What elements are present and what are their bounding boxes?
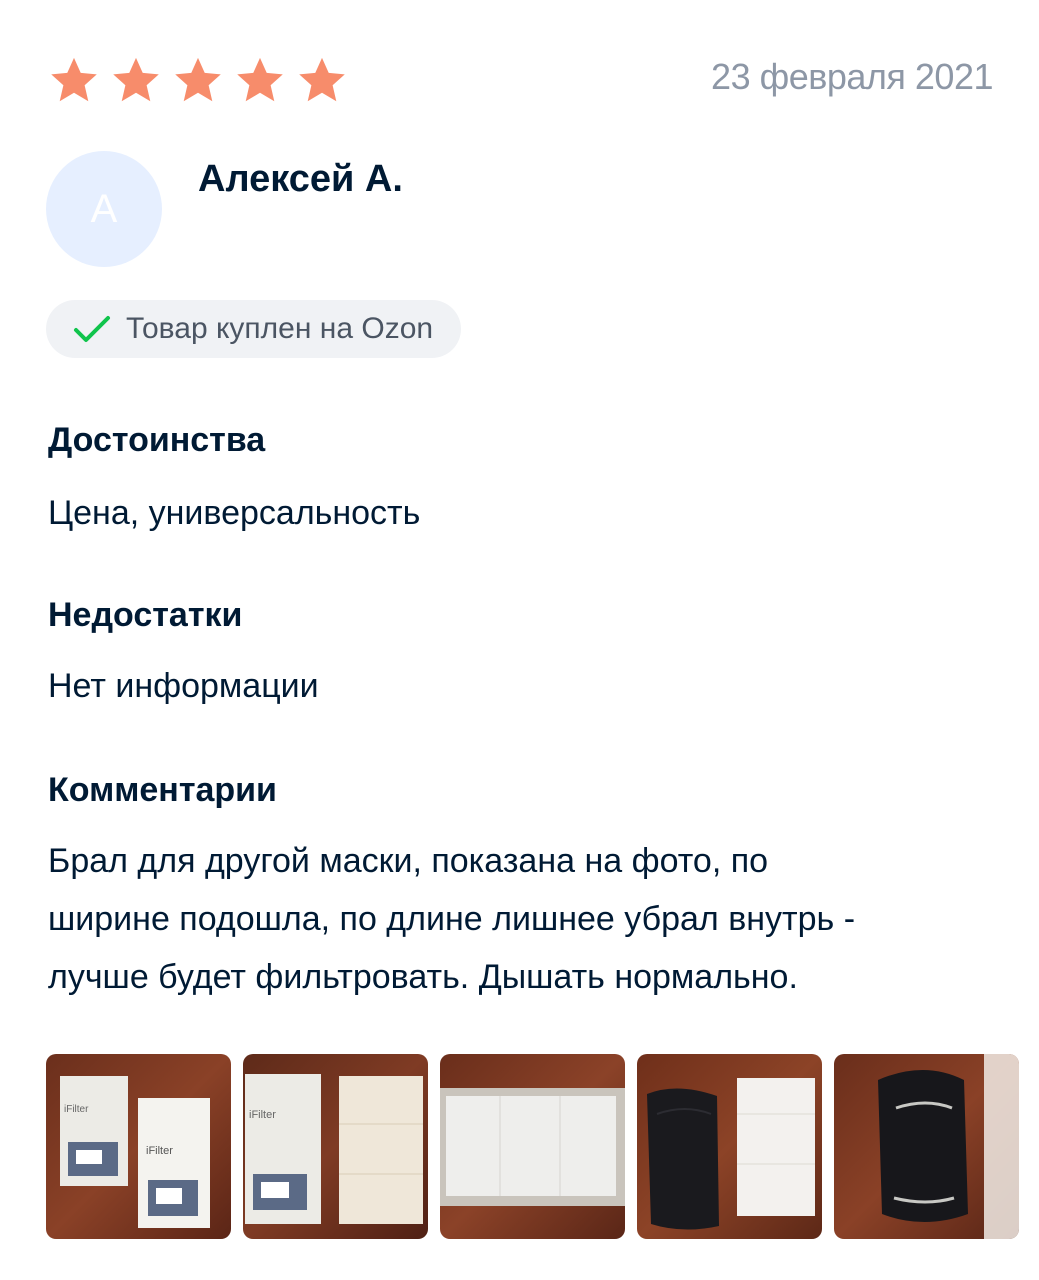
- review-photos: iFilter iFilter iFilter: [46, 1054, 1019, 1239]
- rating-stars: [48, 54, 348, 106]
- review-photo[interactable]: iFilter iFilter: [46, 1054, 231, 1239]
- avatar-initial: А: [90, 186, 118, 231]
- verified-purchase-label: Товар куплен на Ozon: [126, 312, 434, 345]
- comment-title: Комментарии: [48, 771, 277, 809]
- comment-text: Брал для другой маски, показана на фото,…: [48, 832, 998, 1006]
- package-label: iFilter: [249, 1109, 276, 1121]
- star-icon: [234, 54, 286, 106]
- review-photo[interactable]: [834, 1054, 1019, 1239]
- check-icon: [72, 313, 112, 345]
- star-icon: [110, 54, 162, 106]
- verified-purchase-badge: Товар куплен на Ozon: [46, 300, 462, 358]
- package-label: iFilter: [146, 1145, 173, 1157]
- comment-line: лучше будет фильтровать. Дышать нормальн…: [48, 958, 798, 996]
- avatar[interactable]: А: [46, 151, 162, 267]
- star-icon: [172, 54, 224, 106]
- review-photo[interactable]: [637, 1054, 822, 1239]
- cons-title: Недостатки: [48, 596, 243, 634]
- review-photo[interactable]: iFilter: [243, 1054, 428, 1239]
- package-label: iFilter: [64, 1104, 89, 1115]
- comment-line: Брал для другой маски, показана на фото,…: [48, 842, 769, 880]
- pros-title: Достоинства: [48, 421, 266, 459]
- review-card: 23 февраля 2021 А Алексей А. Товар купле…: [0, 0, 1039, 1280]
- comment-line: ширине подошла, по длине лишнее убрал вн…: [48, 900, 856, 938]
- star-icon: [296, 54, 348, 106]
- review-date: 23 февраля 2021: [711, 56, 993, 97]
- review-photo[interactable]: [440, 1054, 625, 1239]
- author-name[interactable]: Алексей А.: [198, 158, 403, 201]
- star-icon: [48, 54, 100, 106]
- pros-text: Цена, универсальность: [48, 494, 421, 532]
- cons-text: Нет информации: [48, 667, 319, 705]
